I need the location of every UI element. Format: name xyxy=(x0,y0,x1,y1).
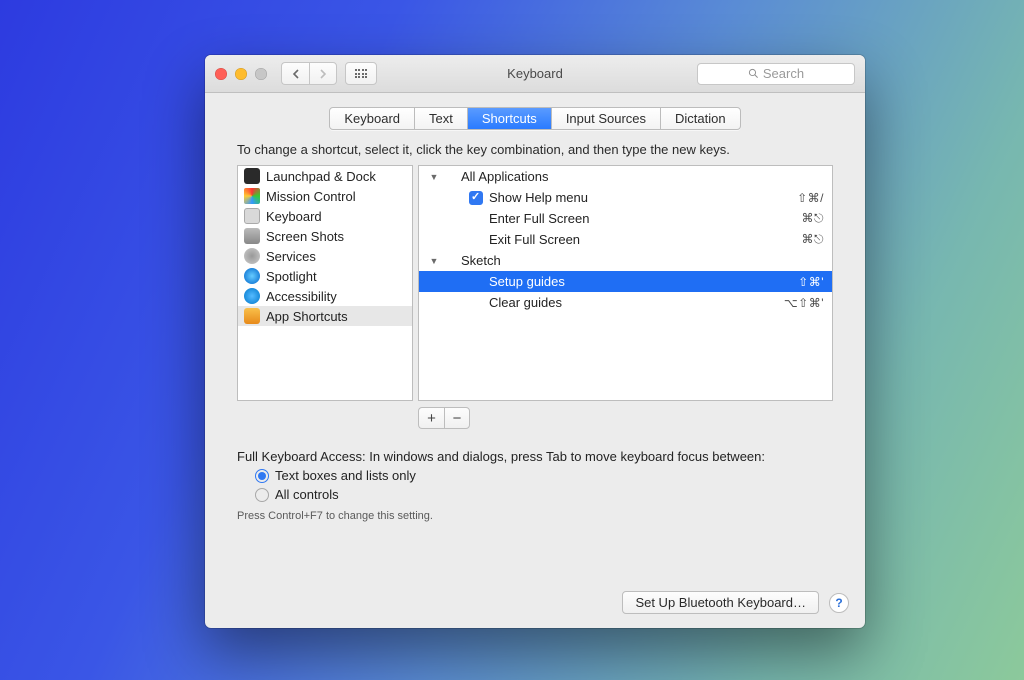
forward-button[interactable] xyxy=(309,62,337,85)
accessibility-icon xyxy=(244,288,260,304)
instruction-text: To change a shortcut, select it, click t… xyxy=(237,142,833,157)
add-button[interactable]: + xyxy=(418,407,444,429)
shortcut-setup-guides[interactable]: Setup guides ⇧⌘' xyxy=(419,271,832,292)
key-combo[interactable]: ⌘⎋ xyxy=(802,232,825,247)
grid-icon xyxy=(355,69,368,78)
key-combo[interactable]: ⇧⌘/ xyxy=(797,191,824,205)
tab-dictation[interactable]: Dictation xyxy=(661,108,740,129)
category-spotlight[interactable]: Spotlight xyxy=(238,266,412,286)
key-combo[interactable]: ⌘⎋ xyxy=(802,211,825,226)
radio-icon[interactable] xyxy=(255,469,269,483)
shortcut-clear-guides[interactable]: Clear guides ⌥⇧⌘' xyxy=(419,292,832,313)
app-shortcuts-icon xyxy=(244,308,260,324)
key-combo[interactable]: ⌥⇧⌘' xyxy=(784,296,824,310)
launchpad-icon xyxy=(244,168,260,184)
category-keyboard[interactable]: Keyboard xyxy=(238,206,412,226)
tab-shortcuts[interactable]: Shortcuts xyxy=(468,108,552,129)
screenshots-icon xyxy=(244,228,260,244)
fka-heading: Full Keyboard Access: In windows and dia… xyxy=(237,449,833,464)
category-app-shortcuts[interactable]: App Shortcuts xyxy=(238,306,412,326)
zoom-icon[interactable] xyxy=(255,68,267,80)
category-accessibility[interactable]: Accessibility xyxy=(238,286,412,306)
shortcut-exit-full-screen[interactable]: Exit Full Screen ⌘⎋ xyxy=(419,229,832,250)
search-input[interactable]: Search xyxy=(697,63,855,85)
mission-control-icon xyxy=(244,188,260,204)
keyboard-icon xyxy=(244,208,260,224)
titlebar: Keyboard Search xyxy=(205,55,865,93)
show-all-button[interactable] xyxy=(345,62,377,85)
category-services[interactable]: Services xyxy=(238,246,412,266)
category-screen-shots[interactable]: Screen Shots xyxy=(238,226,412,246)
chevron-left-icon xyxy=(292,69,300,79)
category-mission-control[interactable]: Mission Control xyxy=(238,186,412,206)
full-keyboard-access: Full Keyboard Access: In windows and dia… xyxy=(237,449,833,522)
group-sketch[interactable]: ▼ Sketch xyxy=(419,250,832,271)
fka-hint: Press Control+F7 to change this setting. xyxy=(237,510,833,522)
radio-all-controls[interactable]: All controls xyxy=(255,487,833,502)
disclosure-triangle-icon[interactable]: ▼ xyxy=(429,172,439,182)
chevron-right-icon xyxy=(319,69,327,79)
remove-button[interactable]: − xyxy=(444,407,470,429)
bluetooth-keyboard-button[interactable]: Set Up Bluetooth Keyboard… xyxy=(622,591,819,614)
add-remove-buttons: + − xyxy=(418,407,833,429)
tab-input-sources[interactable]: Input Sources xyxy=(552,108,661,129)
category-list[interactable]: Launchpad & Dock Mission Control Keyboar… xyxy=(237,165,413,401)
close-icon[interactable] xyxy=(215,68,227,80)
preferences-window: Keyboard Search Keyboard Text Shortcuts … xyxy=(205,55,865,628)
footer: Set Up Bluetooth Keyboard… ? xyxy=(205,591,865,628)
radio-text-boxes[interactable]: Text boxes and lists only xyxy=(255,468,833,483)
content-area: To change a shortcut, select it, click t… xyxy=(205,130,865,591)
key-combo[interactable]: ⇧⌘' xyxy=(798,275,824,289)
spotlight-icon xyxy=(244,268,260,284)
nav-buttons xyxy=(281,62,337,85)
group-all-applications[interactable]: ▼ All Applications xyxy=(419,166,832,187)
category-launchpad[interactable]: Launchpad & Dock xyxy=(238,166,412,186)
shortcut-show-help[interactable]: Show Help menu ⇧⌘/ xyxy=(419,187,832,208)
disclosure-triangle-icon[interactable]: ▼ xyxy=(429,256,439,266)
search-placeholder: Search xyxy=(763,66,804,81)
radio-icon[interactable] xyxy=(255,488,269,502)
services-icon xyxy=(244,248,260,264)
checkbox[interactable] xyxy=(469,191,483,205)
back-button[interactable] xyxy=(281,62,309,85)
window-controls xyxy=(215,68,267,80)
help-button[interactable]: ? xyxy=(829,593,849,613)
shortcut-tree[interactable]: ▼ All Applications Show Help menu ⇧⌘/ En… xyxy=(418,165,833,401)
minimize-icon[interactable] xyxy=(235,68,247,80)
shortcut-enter-full-screen[interactable]: Enter Full Screen ⌘⎋ xyxy=(419,208,832,229)
tab-text[interactable]: Text xyxy=(415,108,468,129)
tab-keyboard[interactable]: Keyboard xyxy=(330,108,415,129)
search-icon xyxy=(748,68,759,79)
tabs: Keyboard Text Shortcuts Input Sources Di… xyxy=(205,93,865,130)
